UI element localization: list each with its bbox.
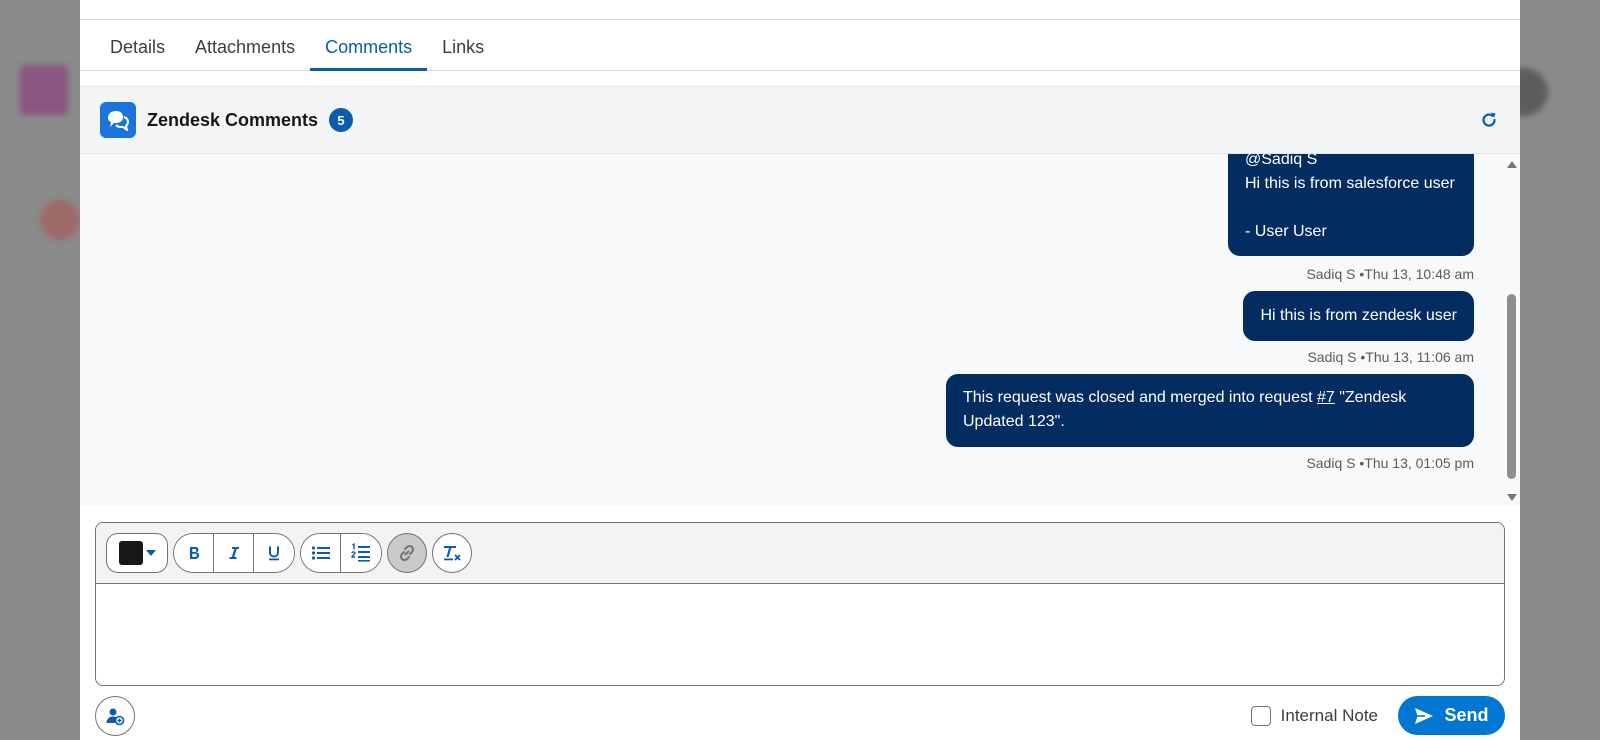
comment-meta: Sadiq S •Thu 13, 11:06 am	[1307, 349, 1474, 365]
tab-links[interactable]: Links	[427, 37, 499, 70]
italic-icon	[229, 547, 239, 559]
send-icon	[1415, 707, 1434, 724]
link-icon	[399, 544, 415, 562]
color-swatch	[118, 541, 143, 565]
comment-text: This request was closed and merged into …	[963, 389, 1317, 406]
comment-bubble: This request was closed and merged into …	[946, 374, 1474, 447]
chevron-down-icon	[145, 550, 156, 556]
tab-attachments[interactable]: Attachments	[180, 37, 310, 70]
modal-topbar	[80, 0, 1520, 20]
rich-text-toolbar	[96, 523, 1504, 584]
clear-formatting-button[interactable]	[432, 533, 472, 573]
backdrop-app-logo	[20, 65, 68, 115]
scroll-up-arrow-icon[interactable]	[1507, 161, 1517, 168]
mention-user-button[interactable]	[95, 696, 135, 736]
tab-details[interactable]: Details	[95, 37, 180, 70]
tab-bar: Details Attachments Comments Links	[80, 20, 1520, 71]
scroll-thumb[interactable]	[1507, 294, 1516, 479]
numbered-list-icon	[351, 543, 370, 562]
bullet-list-icon	[311, 546, 330, 560]
insert-link-button[interactable]	[387, 533, 427, 573]
comment-text-area[interactable]	[96, 584, 1504, 685]
add-user-icon	[106, 708, 125, 726]
internal-note-label: Internal Note	[1280, 706, 1378, 725]
editor-footer: Internal Note Send	[80, 696, 1520, 740]
card-header: Zendesk Comments 5	[80, 87, 1520, 154]
comments-card: Zendesk Comments 5 @Sadiq S Hi this is f…	[80, 86, 1520, 506]
scroll-down-arrow-icon[interactable]	[1507, 494, 1517, 501]
chat-bubbles-icon	[100, 102, 136, 138]
numbered-list-button[interactable]	[341, 534, 381, 572]
request-link[interactable]: #7	[1317, 389, 1335, 406]
clear-format-icon	[444, 546, 461, 561]
send-button[interactable]: Send	[1398, 696, 1505, 735]
card-title: Zendesk Comments	[147, 109, 319, 130]
comment-feed[interactable]: @Sadiq S Hi this is from salesforce user…	[80, 154, 1520, 507]
refresh-icon[interactable]	[1478, 109, 1500, 131]
text-color-picker[interactable]	[106, 533, 168, 573]
bold-icon	[189, 547, 199, 559]
bold-button[interactable]	[174, 534, 214, 572]
send-label: Send	[1444, 705, 1489, 725]
feed-scrollbar[interactable]	[1505, 154, 1517, 507]
comment-bubble: Hi this is from zendesk user	[1243, 291, 1474, 341]
tab-comments[interactable]: Comments	[310, 37, 428, 71]
bullet-list-button[interactable]	[301, 534, 341, 572]
italic-button[interactable]	[214, 534, 254, 572]
comment-meta: Sadiq S •Thu 13, 10:48 am	[1306, 266, 1474, 282]
internal-note-checkbox[interactable]	[1250, 706, 1271, 726]
comment-bubble: @Sadiq S Hi this is from salesforce user…	[1228, 154, 1474, 256]
comment-meta: Sadiq S •Thu 13, 01:05 pm	[1306, 455, 1474, 471]
list-button-group	[300, 533, 382, 573]
comment-editor	[95, 522, 1505, 686]
modal-panel: Details Attachments Comments Links Zende…	[80, 0, 1520, 740]
underline-button[interactable]	[254, 534, 294, 572]
underline-icon	[269, 546, 279, 561]
backdrop-avatar	[40, 200, 80, 240]
format-button-group	[173, 533, 295, 573]
internal-note-toggle[interactable]: Internal Note	[1250, 706, 1378, 726]
comment-count-badge: 5	[329, 108, 354, 132]
